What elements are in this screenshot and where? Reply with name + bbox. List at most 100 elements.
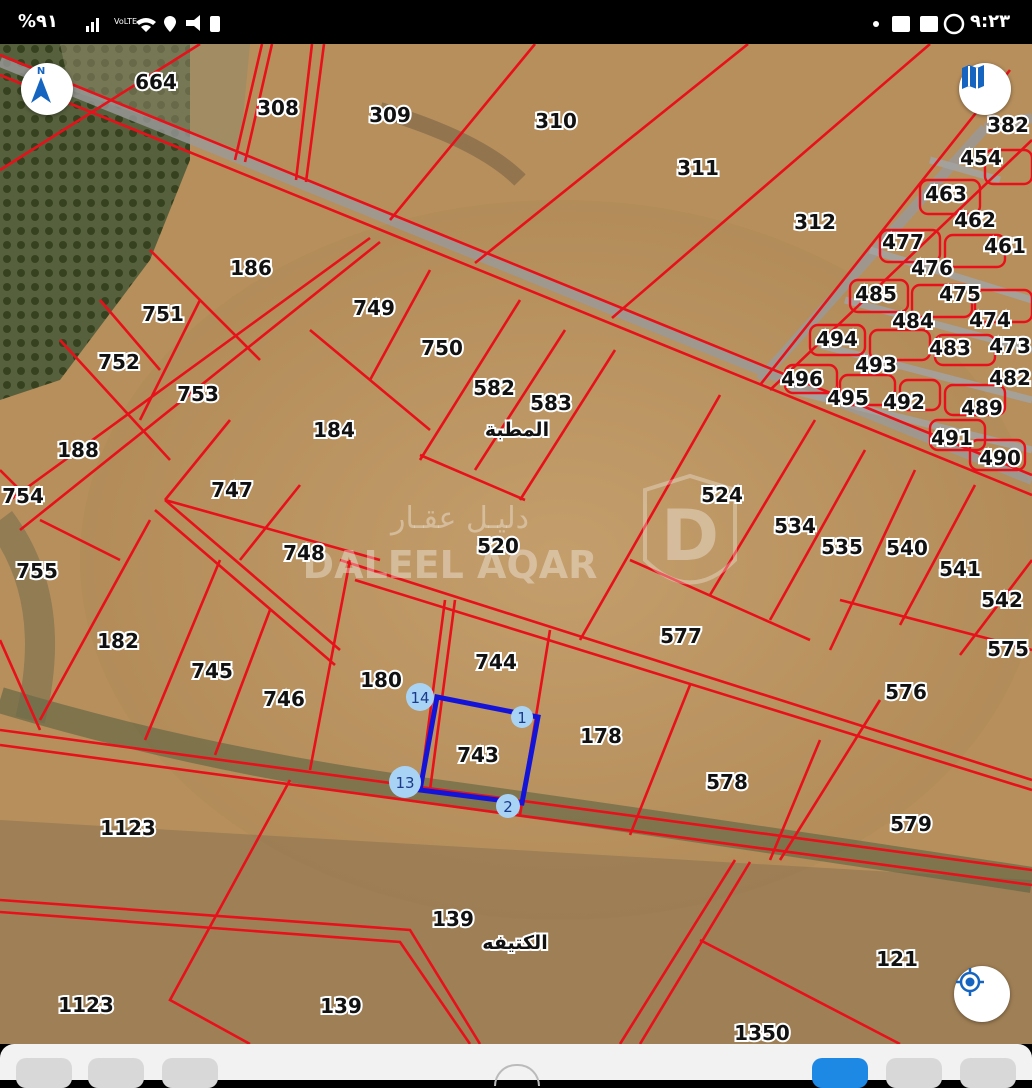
parcel-label-490: 490 bbox=[979, 446, 1021, 470]
toolbar-button-6[interactable] bbox=[960, 1058, 1016, 1088]
parcel-label-180: 180 bbox=[360, 668, 402, 692]
place-name-matba: المطبة bbox=[485, 419, 549, 441]
home-indicator[interactable] bbox=[494, 1064, 540, 1086]
map-view[interactable]: D دليـل عقـار DALEEL AQAR 14 1 13 2 664 … bbox=[0, 44, 1032, 1044]
my-location-button[interactable] bbox=[954, 966, 1010, 1022]
signal-icon bbox=[86, 26, 89, 32]
parcel-label-534: 534 bbox=[774, 514, 816, 538]
status-bar: %٩١ VoLTE ٩:٢٣ bbox=[0, 0, 1032, 44]
parcel-label-576: 576 bbox=[885, 680, 927, 704]
svg-text:14: 14 bbox=[410, 689, 429, 707]
parcel-label-524: 524 bbox=[701, 483, 743, 507]
watermark-logo-letter: D bbox=[661, 495, 719, 577]
toolbar-button-3[interactable] bbox=[162, 1058, 218, 1088]
dot-icon bbox=[873, 21, 879, 27]
parcel-label-746: 746 bbox=[263, 687, 305, 711]
parcel-label-754: 754 bbox=[2, 484, 44, 508]
north-arrow-icon: N bbox=[31, 66, 51, 103]
compass-button[interactable]: N bbox=[21, 63, 73, 115]
parcel-label-475: 475 bbox=[939, 282, 981, 306]
parcel-label-755: 755 bbox=[16, 559, 58, 583]
location-icon bbox=[164, 16, 176, 32]
parcel-label-476: 476 bbox=[911, 256, 953, 280]
notification-icon bbox=[892, 16, 910, 32]
parcel-label-747: 747 bbox=[211, 478, 253, 502]
parcel-label-753: 753 bbox=[177, 382, 219, 406]
parcel-label-494: 494 bbox=[816, 327, 858, 351]
status-icons-left: VoLTE bbox=[86, 15, 220, 32]
parcel-label-493: 493 bbox=[855, 353, 897, 377]
parcel-label-575: 575 bbox=[987, 637, 1029, 661]
parcel-label-309: 309 bbox=[369, 103, 411, 127]
parcel-label-750: 750 bbox=[421, 336, 463, 360]
svg-text:DALEEL AQAR: DALEEL AQAR bbox=[303, 543, 598, 587]
toolbar-button-2[interactable] bbox=[88, 1058, 144, 1088]
svg-text:1: 1 bbox=[517, 709, 527, 727]
parcel-label-312: 312 bbox=[794, 210, 836, 234]
parcel-label-485: 485 bbox=[855, 282, 897, 306]
toolbar-button-1[interactable] bbox=[16, 1058, 72, 1088]
parcel-label-749: 749 bbox=[353, 296, 395, 320]
map-layers-icon bbox=[962, 65, 984, 89]
parcel-label-541: 541 bbox=[939, 557, 981, 581]
parcel-label-520: 520 bbox=[477, 534, 519, 558]
parcel-label-461: 461 bbox=[984, 234, 1026, 258]
parcel-label-495: 495 bbox=[827, 386, 869, 410]
parcel-label-462: 462 bbox=[954, 208, 996, 232]
parcel-label-491: 491 bbox=[931, 426, 973, 450]
svg-text:N: N bbox=[37, 66, 45, 77]
layers-button[interactable] bbox=[959, 63, 1011, 115]
parcel-label-139: 139 bbox=[432, 907, 474, 931]
parcel-label-664: 664 bbox=[135, 70, 177, 94]
parcel-label-477: 477 bbox=[882, 230, 924, 254]
clock: ٩:٢٣ bbox=[970, 11, 1011, 32]
battery-level: %٩١ bbox=[18, 11, 59, 32]
parcel-label-186: 186 bbox=[230, 256, 272, 280]
gallery-icon bbox=[920, 16, 938, 32]
parcel-label-745: 745 bbox=[191, 659, 233, 683]
parcel-label-139: 139 bbox=[320, 994, 362, 1018]
svg-text:دليـل عقـار: دليـل عقـار bbox=[389, 501, 529, 536]
parcel-label-535: 535 bbox=[821, 535, 863, 559]
crosshair-icon bbox=[956, 968, 984, 996]
svg-text:2: 2 bbox=[503, 798, 513, 816]
toolbar-button-5[interactable] bbox=[886, 1058, 942, 1088]
parcel-label-121: 121 bbox=[876, 947, 918, 971]
parcel-label-579: 579 bbox=[890, 812, 932, 836]
parcel-label-751: 751 bbox=[142, 302, 184, 326]
parcel-label-382: 382 bbox=[987, 113, 1029, 137]
parcel-label-483: 483 bbox=[929, 336, 971, 360]
parcel-label-489: 489 bbox=[961, 396, 1003, 420]
status-icons-right bbox=[873, 13, 965, 35]
parcel-label-188: 188 bbox=[57, 438, 99, 462]
parcel-label-583: 583 bbox=[530, 391, 572, 415]
parcel-label-184: 184 bbox=[313, 418, 355, 442]
parcel-label-752: 752 bbox=[98, 350, 140, 374]
parcel-label-482: 482 bbox=[989, 366, 1031, 390]
mute-icon bbox=[186, 15, 200, 31]
toolbar-button-4[interactable] bbox=[812, 1058, 868, 1088]
volte-icon: VoLTE bbox=[114, 17, 137, 26]
parcel-label-1350: 1350 bbox=[734, 1021, 790, 1044]
wifi-icon bbox=[136, 18, 156, 32]
place-name-kteifa: الكتيفه bbox=[482, 932, 547, 954]
clipboard-icon bbox=[210, 16, 220, 32]
parcel-label-454: 454 bbox=[960, 146, 1002, 170]
parcel-label-496: 496 bbox=[781, 367, 823, 391]
parcel-label-308: 308 bbox=[257, 96, 299, 120]
parcel-label-178: 178 bbox=[580, 724, 622, 748]
parcel-map[interactable]: D دليـل عقـار DALEEL AQAR 14 1 13 2 664 … bbox=[0, 44, 1032, 1044]
svg-text:13: 13 bbox=[395, 774, 414, 792]
parcel-label-473: 473 bbox=[989, 334, 1031, 358]
parcel-label-1123: 1123 bbox=[100, 816, 156, 840]
parcel-label-743: 743 bbox=[457, 743, 499, 767]
parcel-label-542: 542 bbox=[981, 588, 1023, 612]
bottom-toolbar bbox=[0, 1044, 1032, 1088]
whatsapp-icon bbox=[943, 13, 965, 35]
parcel-label-484: 484 bbox=[892, 309, 934, 333]
parcel-label-474: 474 bbox=[969, 308, 1011, 332]
parcel-label-1123: 1123 bbox=[58, 993, 114, 1017]
parcel-label-492: 492 bbox=[883, 390, 925, 414]
parcel-label-311: 311 bbox=[677, 156, 719, 180]
parcel-label-463: 463 bbox=[925, 182, 967, 206]
